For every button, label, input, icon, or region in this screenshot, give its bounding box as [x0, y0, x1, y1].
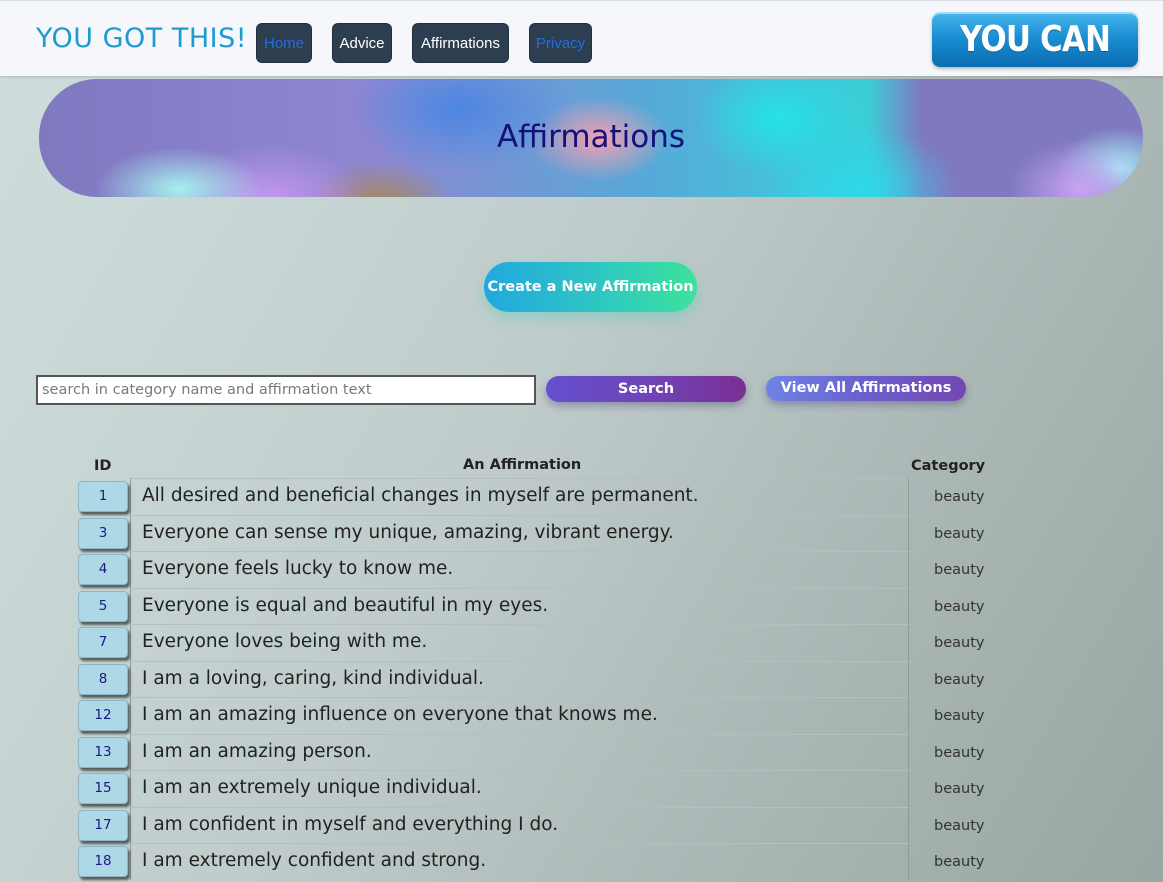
table-row: 7 Everyone loves being with me. beauty — [0, 624, 1163, 661]
table-row: 18 I am extremely confident and strong. be… — [0, 843, 1163, 880]
row-id-button[interactable]: 7 — [78, 627, 128, 658]
table-row: 13 I am an amazing person. beauty — [0, 733, 1163, 771]
row-id-button[interactable]: 18 — [78, 846, 128, 877]
page-banner: Affirmations — [39, 79, 1143, 197]
nav-affirmations-button[interactable]: Affirmations — [412, 23, 509, 63]
table-row: 5 Everyone is equal and beautiful in my e… — [0, 587, 1163, 625]
affirmation-text: I am confident in myself and everything … — [142, 813, 559, 835]
row-id-button[interactable]: 4 — [78, 554, 128, 585]
search-button[interactable]: Search — [546, 376, 746, 402]
row-id-button[interactable]: 12 — [78, 700, 128, 731]
table-row: 17 I am confident in myself and everythin… — [0, 806, 1163, 844]
create-affirmation-button[interactable]: Create a New Affirmation — [484, 262, 697, 312]
category-text: beauty — [934, 708, 985, 724]
category-text: beauty — [934, 598, 985, 615]
navbar: YOU GOT THIS! Home Advice Affirmations P… — [0, 0, 1163, 76]
column-header-affirmation: An Affirmation — [463, 457, 582, 473]
view-all-affirmations-button[interactable]: View All Affirmations — [766, 376, 966, 401]
table-row: 15 I am an extremely unique individual. be… — [0, 770, 1163, 807]
row-id-button[interactable]: 17 — [78, 809, 128, 841]
nav-home-button[interactable]: Home — [256, 23, 312, 63]
affirmation-text: Everyone feels lucky to know me. — [142, 558, 454, 579]
affirmation-text: I am extremely confident and strong. — [142, 850, 487, 871]
table-row: 3 Everyone can sense my unique, amazing, … — [0, 514, 1163, 552]
category-text: beauty — [934, 671, 985, 688]
page-title: Affirmations — [496, 119, 686, 155]
affirmation-text: Everyone loves being with me. — [142, 631, 428, 652]
table-row: 1 All desired and beneficial changes in m… — [0, 478, 1163, 515]
category-text: beauty — [934, 489, 985, 505]
brand-title[interactable]: YOU GOT THIS! — [36, 23, 247, 54]
row-id-button[interactable]: 3 — [78, 517, 128, 549]
affirmation-text: I am a loving, caring, kind individual. — [142, 667, 484, 689]
row-id-button[interactable]: 8 — [78, 663, 128, 695]
affirmation-text: Everyone is equal and beautiful in my ey… — [142, 594, 549, 616]
nav-advice-button[interactable]: Advice — [332, 23, 392, 63]
you-can-do-it-logo: YOU CAN DO IT — [932, 12, 1138, 67]
logo-text: YOU CAN DO IT — [959, 19, 1111, 60]
category-text: beauty — [934, 525, 985, 542]
search-input[interactable] — [36, 375, 536, 405]
affirmation-text: All desired and beneficial changes in my… — [142, 485, 699, 506]
table-row: 8 I am a loving, caring, kind individual.… — [0, 660, 1163, 698]
row-id-button[interactable]: 1 — [78, 481, 128, 512]
column-header-category: Category — [911, 458, 986, 474]
nav-privacy-button[interactable]: Privacy — [529, 23, 592, 63]
row-id-button[interactable]: 15 — [78, 773, 128, 804]
row-id-button[interactable]: 13 — [78, 736, 128, 768]
table-row: 12 I am an amazing influence on everyone … — [0, 697, 1163, 734]
category-text: beauty — [934, 562, 985, 578]
affirmation-text: I am an amazing person. — [142, 740, 372, 762]
affirmation-text: I am an extremely unique individual. — [142, 777, 482, 798]
category-text: beauty — [934, 817, 985, 834]
category-text: beauty — [934, 744, 985, 761]
table-row: 4 Everyone feels lucky to know me. beauty — [0, 551, 1163, 588]
row-id-button[interactable]: 5 — [78, 590, 128, 622]
column-header-id: ID — [94, 458, 112, 474]
affirmation-text: Everyone can sense my unique, amazing, v… — [142, 521, 674, 543]
category-text: beauty — [934, 854, 985, 870]
category-text: beauty — [934, 781, 985, 797]
affirmation-text: I am an amazing influence on everyone th… — [142, 704, 658, 725]
category-text: beauty — [934, 635, 985, 651]
